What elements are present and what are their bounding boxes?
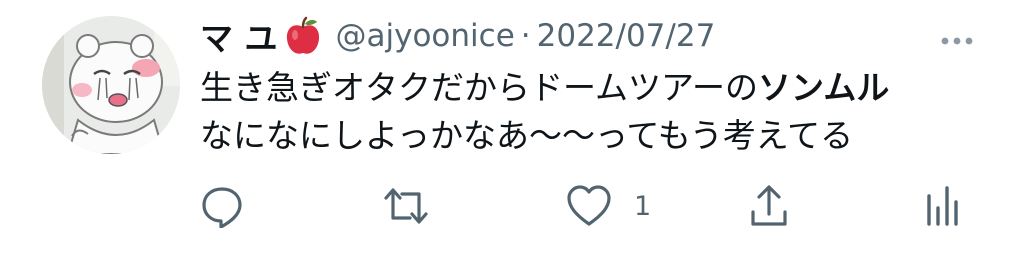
tweet-text-line-2: なになにしよっかなあ〜〜ってもう考えてる xyxy=(200,116,854,155)
tweet-header: マ ユ @ajyoonice · 2022/07/27 xyxy=(200,14,984,58)
analytics-button[interactable] xyxy=(924,182,962,230)
tweet-text: 生き急ぎオタクだからドームツアーのソンムル なになにしよっかなあ〜〜ってもう考え… xyxy=(200,64,1000,160)
tweet-text-line-1-prefix: 生き急ぎオタクだからドームツアーの xyxy=(200,68,759,107)
avatar[interactable] xyxy=(42,16,180,154)
share-icon xyxy=(749,184,789,228)
reply-icon xyxy=(200,184,244,228)
reply-button[interactable] xyxy=(200,182,244,230)
separator-dot: · xyxy=(520,18,531,54)
avatar-illustration xyxy=(42,16,180,154)
user-handle[interactable]: @ajyoonice xyxy=(336,18,515,54)
tweet[interactable]: マ ユ @ajyoonice · 2022/07/27 生き急ぎオタクだからドー… xyxy=(0,0,1024,258)
analytics-icon xyxy=(924,184,962,228)
apple-emoji-icon xyxy=(284,16,322,56)
tweet-text-bold: ソンムル xyxy=(758,68,890,107)
retweet-button[interactable] xyxy=(382,182,430,230)
display-name[interactable]: マ ユ xyxy=(200,12,278,60)
action-bar: 1 xyxy=(0,182,1024,230)
heart-icon xyxy=(566,184,612,228)
share-button[interactable] xyxy=(749,182,789,230)
like-count: 1 xyxy=(634,190,652,222)
tweet-text-line-1: 生き急ぎオタクだからドームツアーのソンムル xyxy=(200,64,1000,112)
retweet-icon xyxy=(382,184,430,228)
like-button[interactable]: 1 xyxy=(566,182,651,230)
more-options-icon[interactable] xyxy=(940,31,974,45)
tweet-date[interactable]: 2022/07/27 xyxy=(537,18,716,54)
